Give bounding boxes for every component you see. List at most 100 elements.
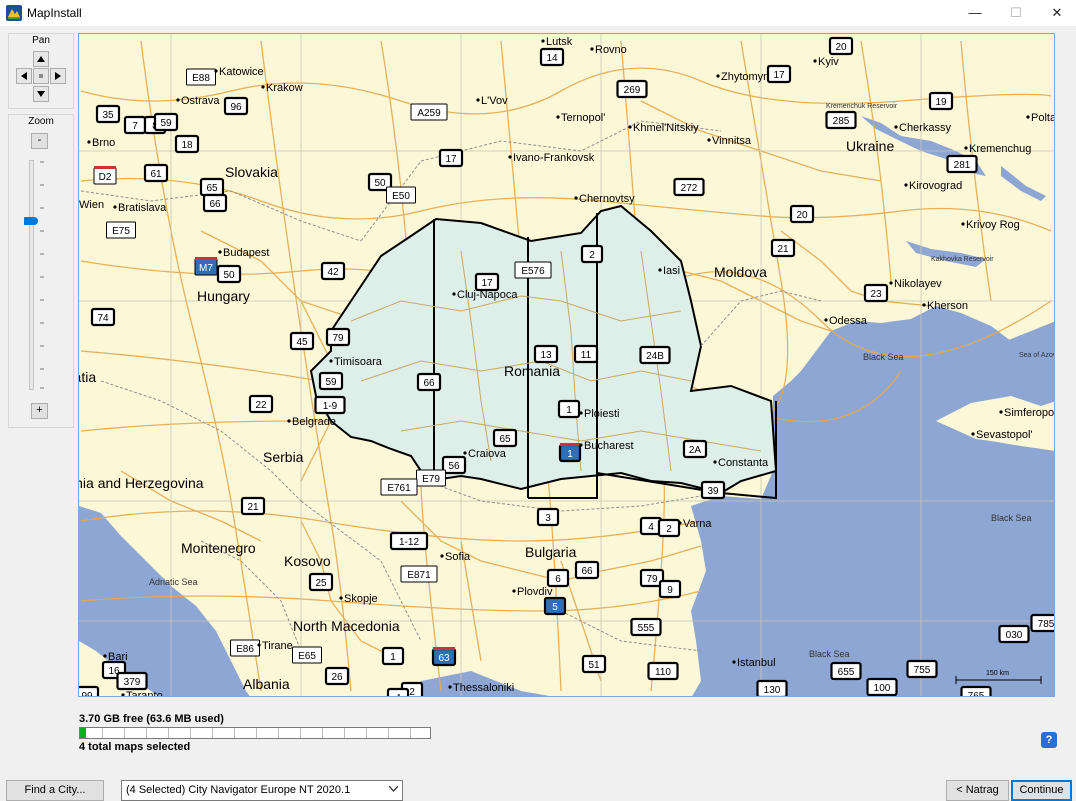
city-marker: [964, 146, 968, 150]
city-label: Tirane: [262, 640, 293, 652]
city-marker: [716, 74, 720, 78]
road-shield-number: D2: [99, 172, 112, 183]
road-shield-number: A259: [417, 108, 441, 119]
city-marker: [339, 596, 343, 600]
road-shield-number: 65: [499, 434, 511, 445]
continue-button[interactable]: Continue: [1011, 780, 1072, 801]
road-shield: 11: [573, 344, 599, 364]
country-label: Croatia: [79, 369, 96, 385]
road-shield-number: 21: [777, 244, 789, 255]
road-shield: 20: [828, 36, 854, 56]
city-marker: [904, 183, 908, 187]
road-shield-number: 24B: [646, 351, 664, 362]
road-shield: 4: [386, 687, 410, 696]
road-shield-number: 2: [589, 250, 595, 261]
find-city-button[interactable]: Find a City...: [6, 780, 104, 801]
road-shield: 1: [558, 443, 582, 463]
road-shield: 65: [199, 177, 225, 197]
road-shield-number: 17: [773, 70, 785, 81]
road-shield-number: 66: [423, 378, 435, 389]
road-shield: 45: [289, 331, 315, 351]
map-view[interactable]: 2014E889626917357859A2592851918D26117281…: [78, 33, 1055, 697]
map-scale-label: 150 km: [986, 670, 1009, 677]
road-shield-number: E50: [392, 191, 410, 202]
city-marker: [103, 654, 107, 658]
city-marker: [971, 432, 975, 436]
road-shield-number: 1: [566, 405, 572, 416]
road-shield: E576: [514, 261, 552, 279]
road-shield: 1: [381, 646, 405, 666]
city-label: Khmel'Nitskiy: [633, 122, 699, 134]
city-label: Ostrava: [181, 95, 220, 107]
road-shield-number: 63: [438, 653, 450, 664]
road-shield: 39: [700, 480, 726, 500]
city-marker: [176, 98, 180, 102]
water-label: Black Sea: [863, 352, 904, 362]
city-label: Taranto: [126, 690, 163, 697]
city-label: Timisoara: [334, 356, 383, 368]
pan-up-button[interactable]: [33, 51, 49, 67]
road-shield: 17: [766, 64, 792, 84]
road-shield-number: 25: [315, 578, 327, 589]
road-shield-number: 59: [325, 377, 337, 388]
zoom-in-button[interactable]: +: [31, 403, 48, 419]
pan-center-button[interactable]: [33, 68, 49, 84]
city-label: Nikolayev: [894, 278, 942, 290]
water-label: Adriatic Sea: [149, 577, 198, 587]
city-marker: [508, 155, 512, 159]
city-label: Craiova: [468, 448, 507, 460]
product-select[interactable]: (4 Selected) City Navigator Europe NT 20…: [121, 780, 403, 801]
city-marker: [541, 39, 545, 43]
minimize-button[interactable]: —: [958, 0, 992, 26]
road-shield: 1-12: [389, 531, 429, 551]
road-shield: 74: [90, 307, 116, 327]
pan-left-button[interactable]: [16, 68, 32, 84]
maps-selected-count: 4 total maps selected: [79, 741, 191, 753]
road-shield: 35: [95, 104, 121, 124]
road-shield-number: 272: [681, 183, 698, 194]
road-shield-number: 5: [552, 602, 558, 613]
country-label: Bulgaria: [525, 544, 577, 560]
arrow-up-icon: [37, 56, 45, 62]
road-shield: E88: [186, 68, 216, 86]
city-marker: [463, 451, 467, 455]
pan-right-button[interactable]: [50, 68, 66, 84]
zoom-out-button[interactable]: -: [31, 133, 48, 149]
road-shield: 14: [539, 47, 565, 67]
road-shield-number: 51: [588, 660, 600, 671]
zoom-slider-thumb[interactable]: [24, 217, 38, 225]
road-shield-number: E761: [387, 483, 411, 494]
city-marker: [218, 250, 222, 254]
road-shield: E65: [292, 646, 322, 664]
help-icon[interactable]: ?: [1041, 732, 1057, 748]
zoom-slider-track[interactable]: [29, 160, 34, 390]
road-shield: 765: [960, 685, 992, 696]
city-marker: [579, 411, 583, 415]
road-shield: 50: [216, 264, 242, 284]
road-shield-number: 11: [581, 350, 592, 361]
close-button[interactable]: ✕: [1040, 0, 1074, 26]
road-shield: E86: [230, 639, 260, 657]
city-marker: [579, 443, 583, 447]
road-shield: 63: [431, 647, 457, 667]
maximize-button[interactable]: ☐: [999, 0, 1033, 26]
city-label: Kremenchug: [969, 143, 1031, 155]
back-button[interactable]: < Natrag: [946, 780, 1009, 801]
country-label: Romania: [504, 363, 560, 379]
storage-status: 3.70 GB free (63.6 MB used): [79, 713, 224, 725]
city-marker: [678, 521, 682, 525]
city-label: Kyiv: [818, 56, 839, 68]
map-canvas[interactable]: 2014E889626917357859A2592851918D26117281…: [79, 34, 1055, 697]
pan-down-button[interactable]: [33, 86, 49, 102]
road-shield-number: 17: [481, 278, 493, 289]
road-shield-number: 3: [545, 513, 551, 524]
road-shield: 17: [438, 148, 464, 168]
road-shield: 42: [320, 261, 346, 281]
country-label: North Macedonia: [293, 618, 400, 634]
road-shield-number: 96: [230, 102, 242, 113]
road-shield-number: 26: [331, 672, 343, 683]
arrow-right-icon: [55, 72, 61, 80]
road-shield-number: E871: [407, 570, 431, 581]
road-shield: 785: [1030, 613, 1054, 633]
pan-panel: Pan: [8, 33, 74, 109]
